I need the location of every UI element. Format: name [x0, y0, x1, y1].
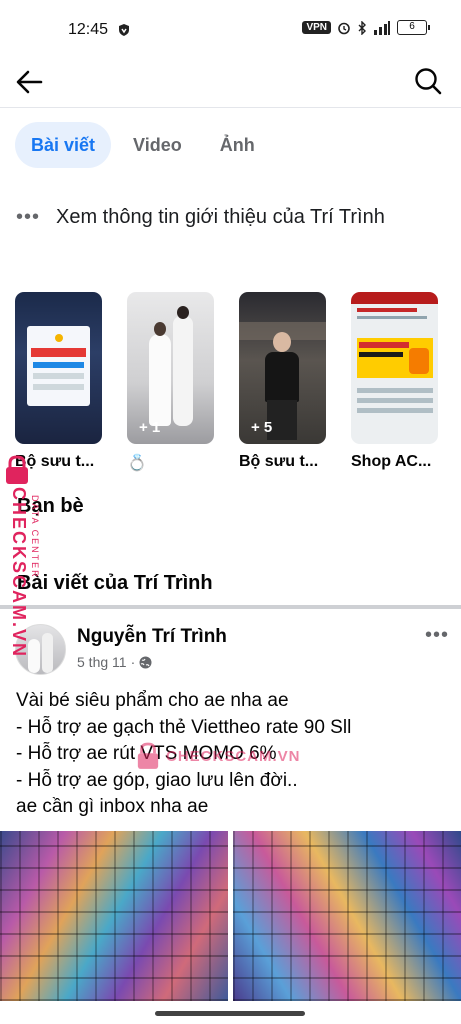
tab-photos[interactable]: Ảnh: [204, 122, 271, 168]
collection-thumbnail[interactable]: [15, 292, 102, 444]
post-author[interactable]: Nguyễn Trí Trình: [77, 626, 227, 648]
collection-title: Shop AC...: [351, 453, 432, 470]
collection-thumbnail[interactable]: + 5: [239, 292, 326, 444]
intro-link[interactable]: Xem thông tin giới thiệu của Trí Trình: [56, 206, 385, 229]
collection-card[interactable]: Shop AC...: [351, 292, 438, 473]
status-icons: VPN 6: [302, 20, 430, 35]
posts-heading: Bài viết của Trí Trình: [17, 572, 213, 594]
tab-video[interactable]: Video: [117, 122, 198, 168]
post-image[interactable]: [0, 831, 228, 1001]
globe-icon: [139, 656, 152, 668]
collection-card[interactable]: + 1 💍: [127, 292, 214, 473]
collection-thumbnail[interactable]: + 1: [127, 292, 214, 444]
gesture-bar: [155, 1011, 305, 1016]
section-divider: [0, 605, 461, 609]
search-icon[interactable]: [413, 66, 443, 96]
status-time: 12:45: [68, 21, 109, 38]
post-line: Vài bé siêu phẩm cho ae nha ae: [16, 690, 289, 711]
collection-count: + 1: [139, 419, 161, 436]
post-line: - Hỗ trợ ae góp, giao lưu lên đời..: [16, 769, 298, 791]
post-header: Nguyễn Trí Trình 5 thg 11 · •••: [15, 624, 451, 680]
status-bar: 12:45 VPN 6: [0, 0, 461, 60]
watermark-side: CHECKSCAM.VN DATA CENTER: [4, 455, 44, 659]
signal-icon: [374, 20, 390, 35]
meta-separator: ·: [130, 654, 136, 670]
post-more-icon[interactable]: •••: [425, 624, 449, 647]
intro-row[interactable]: ••• Xem thông tin giới thiệu của Trí Trì…: [16, 206, 385, 229]
post-line: ae cần gì inbox nha ae: [16, 796, 209, 817]
collection-count: + 5: [251, 419, 273, 436]
post-date[interactable]: 5 thg 11: [77, 654, 127, 670]
post-meta: 5 thg 11 ·: [77, 654, 152, 670]
post-line: - Hỗ trợ ae gạch thẻ Viettheo rate 90 Sl…: [16, 716, 352, 738]
battery-icon: 6: [397, 20, 430, 35]
collection-title: Bộ sưu t...: [239, 453, 319, 470]
collection-card[interactable]: + 5 Bộ sưu t...: [239, 292, 326, 473]
tab-posts[interactable]: Bài viết: [15, 122, 112, 168]
collection-card[interactable]: Bộ sưu t...: [15, 292, 102, 473]
watermark-brand-vertical: CHECKSCAM.VN: [9, 487, 29, 659]
post-images: [0, 831, 461, 1001]
arrow-left-icon[interactable]: [14, 66, 46, 98]
profile-tabs: Bài viết Video Ảnh: [15, 122, 271, 168]
collection-title: 💍: [127, 455, 147, 472]
shield-icon: [119, 24, 129, 36]
watermark-sub-vertical: DATA CENTER: [30, 495, 40, 579]
vpn-badge: VPN: [302, 21, 331, 34]
lock-logo: [137, 742, 159, 769]
bluetooth-icon: [358, 20, 366, 35]
alarm-icon: [338, 22, 350, 34]
more-dots-icon: •••: [16, 206, 41, 228]
watermark-center: CHECKSCAM.VN: [136, 742, 301, 770]
lock-logo: [6, 455, 28, 484]
collection-thumbnail[interactable]: [351, 292, 438, 444]
watermark-brand: CHECKSCAM.VN: [166, 747, 301, 765]
top-bar: [0, 56, 461, 106]
header-divider: [0, 107, 461, 108]
post-image[interactable]: [233, 831, 461, 1001]
featured-collections: Bộ sưu t... + 1 💍 + 5 Bộ sưu t... Shop A…: [15, 292, 438, 473]
